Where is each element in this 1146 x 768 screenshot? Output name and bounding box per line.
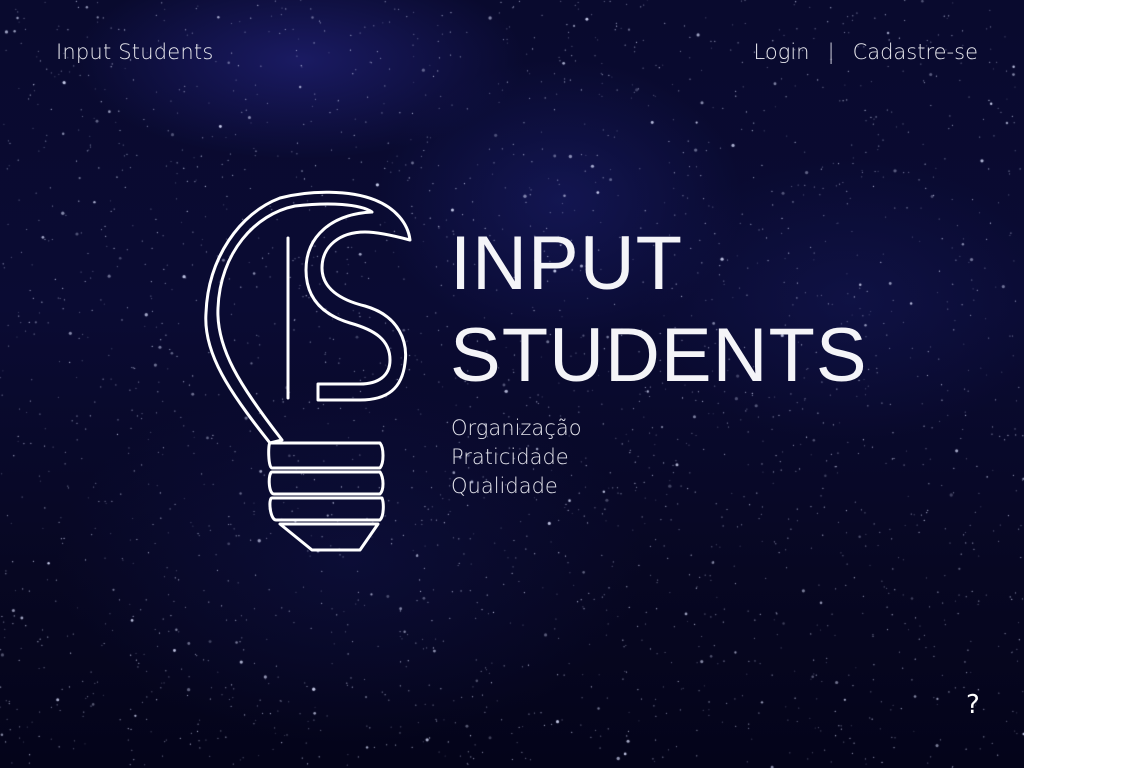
- hero-title-line-1: INPUT: [450, 221, 683, 306]
- lightbulb-icon: [204, 190, 412, 552]
- help-button[interactable]: ?: [966, 690, 980, 720]
- auth-nav: Login | Cadastre-se: [754, 40, 978, 64]
- tagline-list: Organização Praticidade Qualidade: [451, 414, 582, 501]
- tagline-item: Praticidade: [451, 445, 569, 469]
- tagline-item: Organização: [451, 416, 582, 440]
- hero-background: Input Students Login | Cadastre-se INPUT…: [0, 0, 1024, 768]
- nav-separator: |: [827, 40, 835, 64]
- brand-link[interactable]: Input Students: [56, 40, 213, 64]
- signup-link[interactable]: Cadastre-se: [853, 40, 978, 64]
- hero-title-line-2: STUDENTS: [450, 313, 868, 398]
- tagline-item: Qualidade: [451, 474, 558, 498]
- hero-title: INPUT STUDENTS: [450, 218, 868, 402]
- login-link[interactable]: Login: [754, 40, 810, 64]
